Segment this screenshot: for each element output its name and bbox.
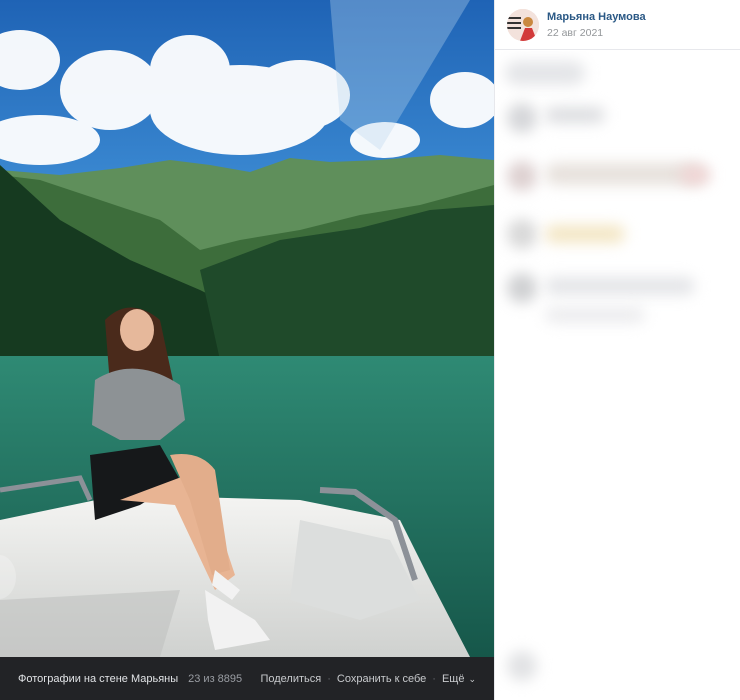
post-photo[interactable] xyxy=(0,0,494,657)
blurred-block xyxy=(545,307,645,323)
author-meta: Марьяна Наумова 22 авг 2021 xyxy=(547,11,646,39)
separator: · xyxy=(432,672,436,685)
blurred-block xyxy=(505,61,585,85)
more-button[interactable]: Ещё ⌄ xyxy=(442,673,476,685)
blurred-block xyxy=(680,166,710,184)
avatar-image xyxy=(507,8,539,41)
blurred-avatar xyxy=(507,273,537,303)
avatar[interactable] xyxy=(507,8,539,41)
blurred-block xyxy=(545,225,625,243)
blurred-comments xyxy=(495,51,740,700)
blurred-avatar xyxy=(507,103,537,133)
save-to-self-button[interactable]: Сохранить к себе xyxy=(337,673,426,685)
photo-image xyxy=(0,0,494,657)
blurred-avatar xyxy=(507,161,537,191)
viewer-bottom-bar: Фотографии на стене Марьяны 23 из 8895 П… xyxy=(0,657,494,700)
share-button[interactable]: Поделиться xyxy=(260,673,321,685)
blurred-block xyxy=(545,107,605,123)
album-title[interactable]: Фотографии на стене Марьяны xyxy=(18,673,178,685)
photo-viewer: Фотографии на стене Марьяны 23 из 8895 П… xyxy=(0,0,494,700)
blurred-avatar xyxy=(507,651,537,681)
post-sidebar: Марьяна Наумова 22 авг 2021 xyxy=(494,0,740,700)
blurred-avatar xyxy=(507,219,537,249)
post-author: Марьяна Наумова 22 авг 2021 xyxy=(495,0,740,50)
chevron-down-icon: ⌄ xyxy=(468,673,476,684)
author-name[interactable]: Марьяна Наумова xyxy=(547,11,646,23)
more-label: Ещё xyxy=(441,672,465,685)
separator: · xyxy=(327,672,331,685)
photo-counter: 23 из 8895 xyxy=(188,672,243,685)
post-date[interactable]: 22 авг 2021 xyxy=(547,27,646,39)
blurred-block xyxy=(545,277,695,295)
